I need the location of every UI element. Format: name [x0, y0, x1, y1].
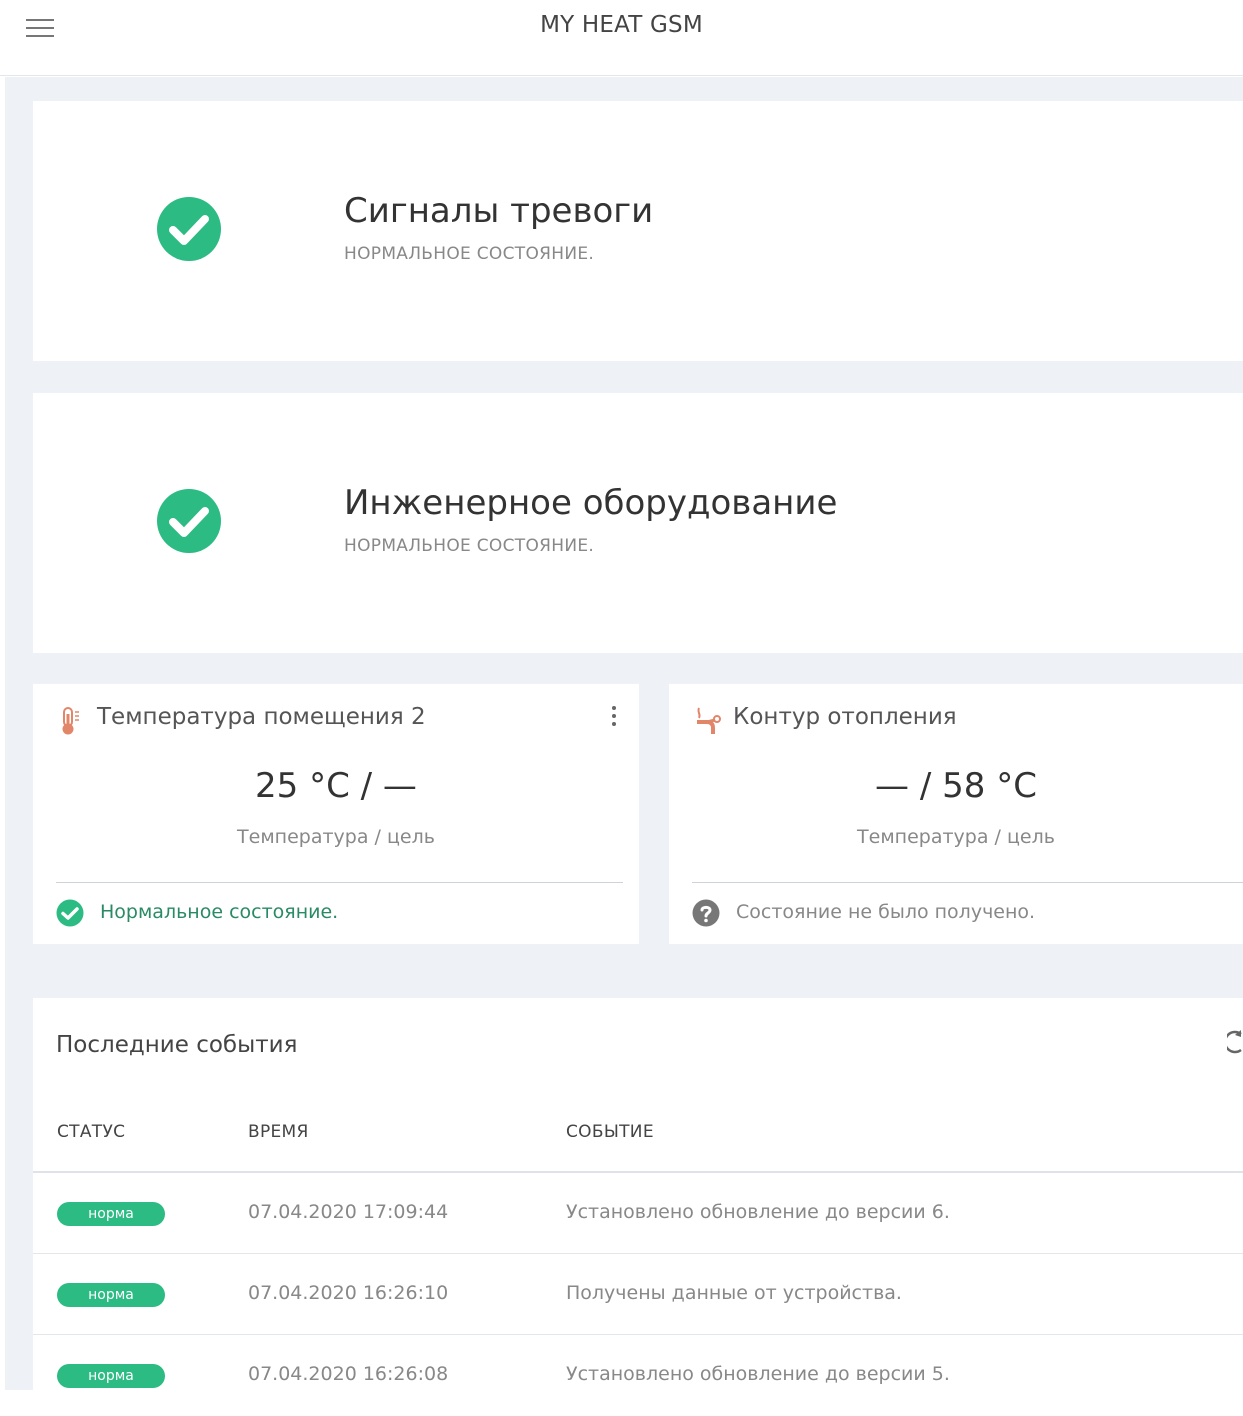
- heating-temperature-value: — / 58 °C: [875, 766, 1037, 806]
- engineering-equipment-card[interactable]: Инженерное оборудование НОРМАЛЬНОЕ СОСТО…: [33, 393, 1243, 653]
- divider: [692, 882, 1243, 883]
- app-title: MY HEAT GSM: [540, 12, 703, 38]
- table-row[interactable]: норма 07.04.2020 17:09:44 Установлено об…: [33, 1173, 1243, 1254]
- thermometer-icon: [62, 707, 79, 735]
- dashboard-content: Сигналы тревоги НОРМАЛЬНОЕ СОСТОЯНИЕ. Ин…: [5, 77, 1243, 1390]
- event-time: 07.04.2020 17:09:44: [248, 1201, 449, 1223]
- table-row[interactable]: норма 07.04.2020 16:26:08 Установлено об…: [33, 1335, 1243, 1416]
- equipment-card-status: НОРМАЛЬНОЕ СОСТОЯНИЕ.: [344, 536, 595, 556]
- column-header-status[interactable]: СТАТУС: [57, 1122, 125, 1142]
- heating-pipe-icon: [697, 707, 721, 734]
- heating-widget-title: Контур отопления: [733, 704, 957, 730]
- top-app-bar: MY HEAT GSM: [0, 0, 1243, 76]
- check-circle-icon: [157, 489, 221, 553]
- events-title: Последние события: [56, 1032, 298, 1058]
- help-circle-icon: [692, 899, 720, 927]
- equipment-card-title: Инженерное оборудование: [344, 483, 838, 523]
- room-temperature-caption: Температура / цель: [237, 826, 435, 848]
- room-temperature-value: 25 °C / —: [255, 766, 417, 806]
- heating-circuit-widget[interactable]: Контур отопления — / 58 °C Температура /…: [669, 684, 1243, 944]
- alarm-card-status: НОРМАЛЬНОЕ СОСТОЯНИЕ.: [344, 244, 595, 264]
- check-circle-icon: [157, 197, 221, 261]
- column-header-event[interactable]: СОБЫТИЕ: [566, 1122, 654, 1142]
- more-vert-icon[interactable]: [609, 704, 619, 730]
- status-badge: норма: [57, 1364, 165, 1388]
- status-badge: норма: [57, 1202, 165, 1226]
- event-description: Получены данные от устройства.: [566, 1282, 902, 1304]
- room-temperature-widget[interactable]: Температура помещения 2 25 °C / — Темпер…: [33, 684, 639, 944]
- alarm-signals-card[interactable]: Сигналы тревоги НОРМАЛЬНОЕ СОСТОЯНИЕ.: [33, 101, 1243, 361]
- check-circle-icon: [56, 899, 84, 927]
- refresh-icon[interactable]: [1227, 1028, 1243, 1056]
- room-widget-title: Температура помещения 2: [97, 704, 426, 730]
- status-badge: норма: [57, 1283, 165, 1307]
- recent-events-card: Последние события СТАТУС ВРЕМЯ СОБЫТИЕ н…: [33, 998, 1243, 1390]
- event-description: Установлено обновление до версии 5.: [566, 1363, 950, 1385]
- table-row[interactable]: норма 07.04.2020 16:26:10 Получены данны…: [33, 1254, 1243, 1335]
- heating-temperature-caption: Температура / цель: [857, 826, 1055, 848]
- event-description: Установлено обновление до версии 6.: [566, 1201, 950, 1223]
- alarm-card-title: Сигналы тревоги: [344, 191, 654, 231]
- column-header-time[interactable]: ВРЕМЯ: [248, 1122, 309, 1142]
- heating-widget-status: Состояние не было получено.: [736, 901, 1036, 923]
- room-widget-status: Нормальное состояние.: [100, 901, 339, 923]
- event-time: 07.04.2020 16:26:08: [248, 1363, 449, 1385]
- divider: [56, 882, 623, 883]
- event-time: 07.04.2020 16:26:10: [248, 1282, 449, 1304]
